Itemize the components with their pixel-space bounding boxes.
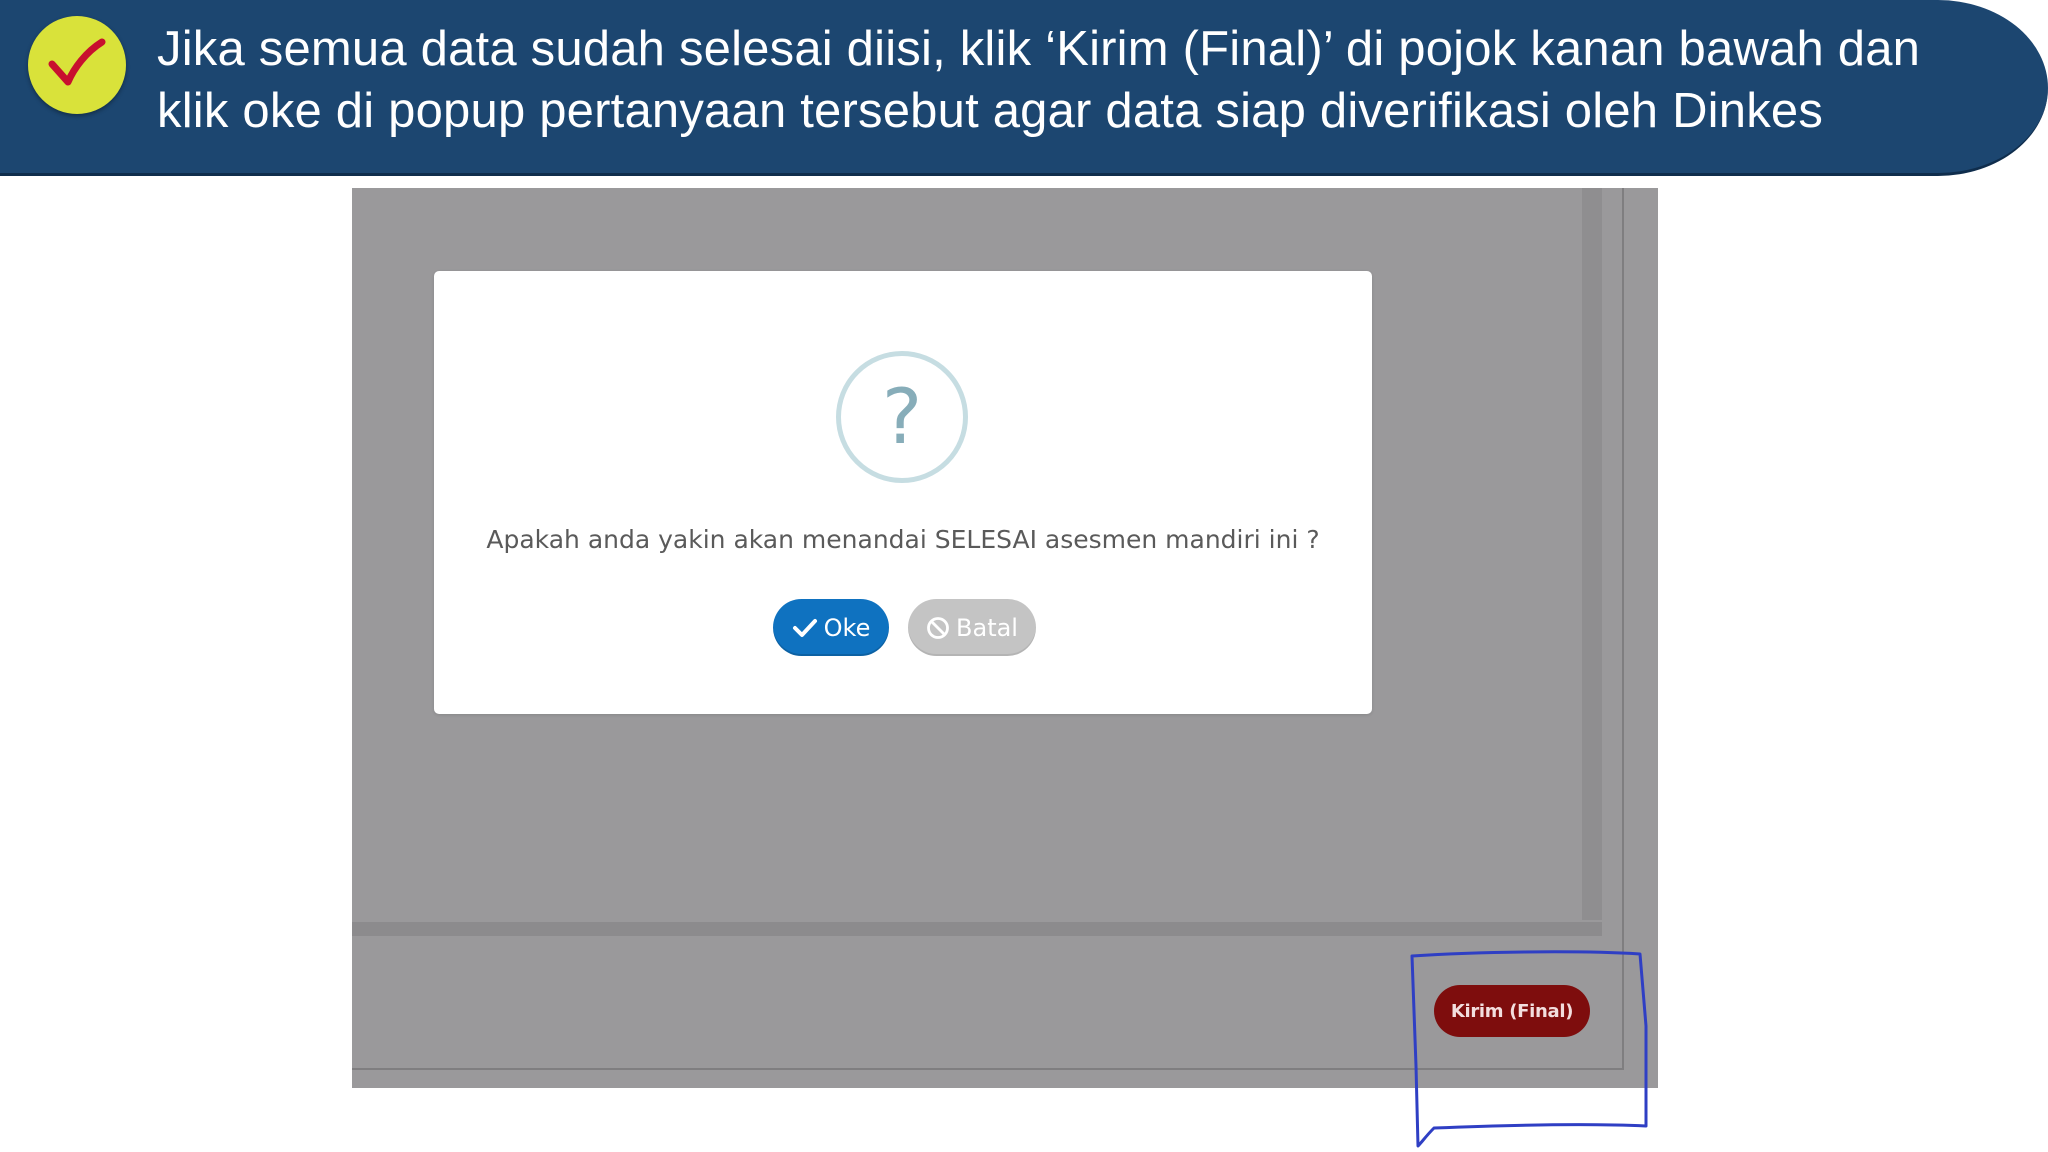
ban-icon xyxy=(926,616,950,640)
check-icon xyxy=(792,617,818,639)
panel-border-right xyxy=(1622,188,1624,1070)
question-icon: ? xyxy=(836,351,968,483)
scrollbar-track xyxy=(1582,188,1602,920)
instruction-banner: Jika semua data sudah selesai diisi, kli… xyxy=(0,0,2048,176)
instruction-line-1: Jika semua data sudah selesai diisi, kli… xyxy=(157,22,1921,76)
checkmark-icon xyxy=(48,38,106,86)
dialog-message: Apakah anda yakin akan menandai SELESAI … xyxy=(486,525,1320,554)
question-mark: ? xyxy=(881,372,923,461)
cancel-button[interactable]: Batal xyxy=(908,599,1036,656)
ok-button-label: Oke xyxy=(823,613,871,642)
ok-button[interactable]: Oke xyxy=(773,599,889,656)
confirm-dialog: ? Apakah anda yakin akan menandai SELESA… xyxy=(434,271,1372,714)
instruction-text: Jika semua data sudah selesai diisi, kli… xyxy=(157,18,2007,142)
panel-footer-divider xyxy=(352,922,1602,936)
instruction-line-2: klik oke di popup pertanyaan tersebut ag… xyxy=(157,84,1824,138)
highlight-annotation xyxy=(1410,950,1648,1148)
checkmark-badge xyxy=(28,16,126,114)
cancel-button-label: Batal xyxy=(956,613,1018,642)
